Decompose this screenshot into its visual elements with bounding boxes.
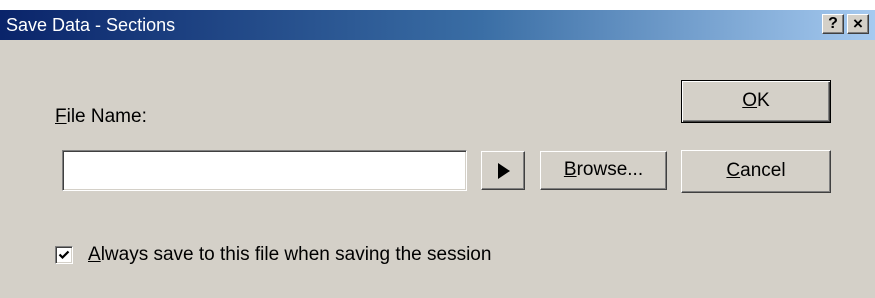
close-button[interactable]: × xyxy=(847,14,869,34)
browse-button[interactable]: Browse... xyxy=(540,151,667,190)
always-save-checkbox[interactable] xyxy=(55,246,73,264)
always-save-label[interactable]: Always save to this file when saving the… xyxy=(88,244,491,266)
play-arrow-icon xyxy=(498,163,510,179)
file-menu-arrow-button[interactable] xyxy=(481,151,525,190)
checkmark-icon xyxy=(58,250,70,260)
cancel-button[interactable]: Cancel xyxy=(681,150,831,193)
file-name-label: File Name: xyxy=(55,106,147,127)
file-name-field[interactable] xyxy=(62,150,470,191)
ok-button[interactable]: OK xyxy=(681,80,831,123)
help-button[interactable]: ? xyxy=(822,14,844,34)
window-title: Save Data - Sections xyxy=(6,15,176,35)
file-name-input[interactable] xyxy=(66,154,470,187)
save-data-dialog: Save Data - Sections ? × File Name: Brow… xyxy=(0,10,875,298)
title-bar[interactable]: Save Data - Sections ? × xyxy=(0,10,875,40)
